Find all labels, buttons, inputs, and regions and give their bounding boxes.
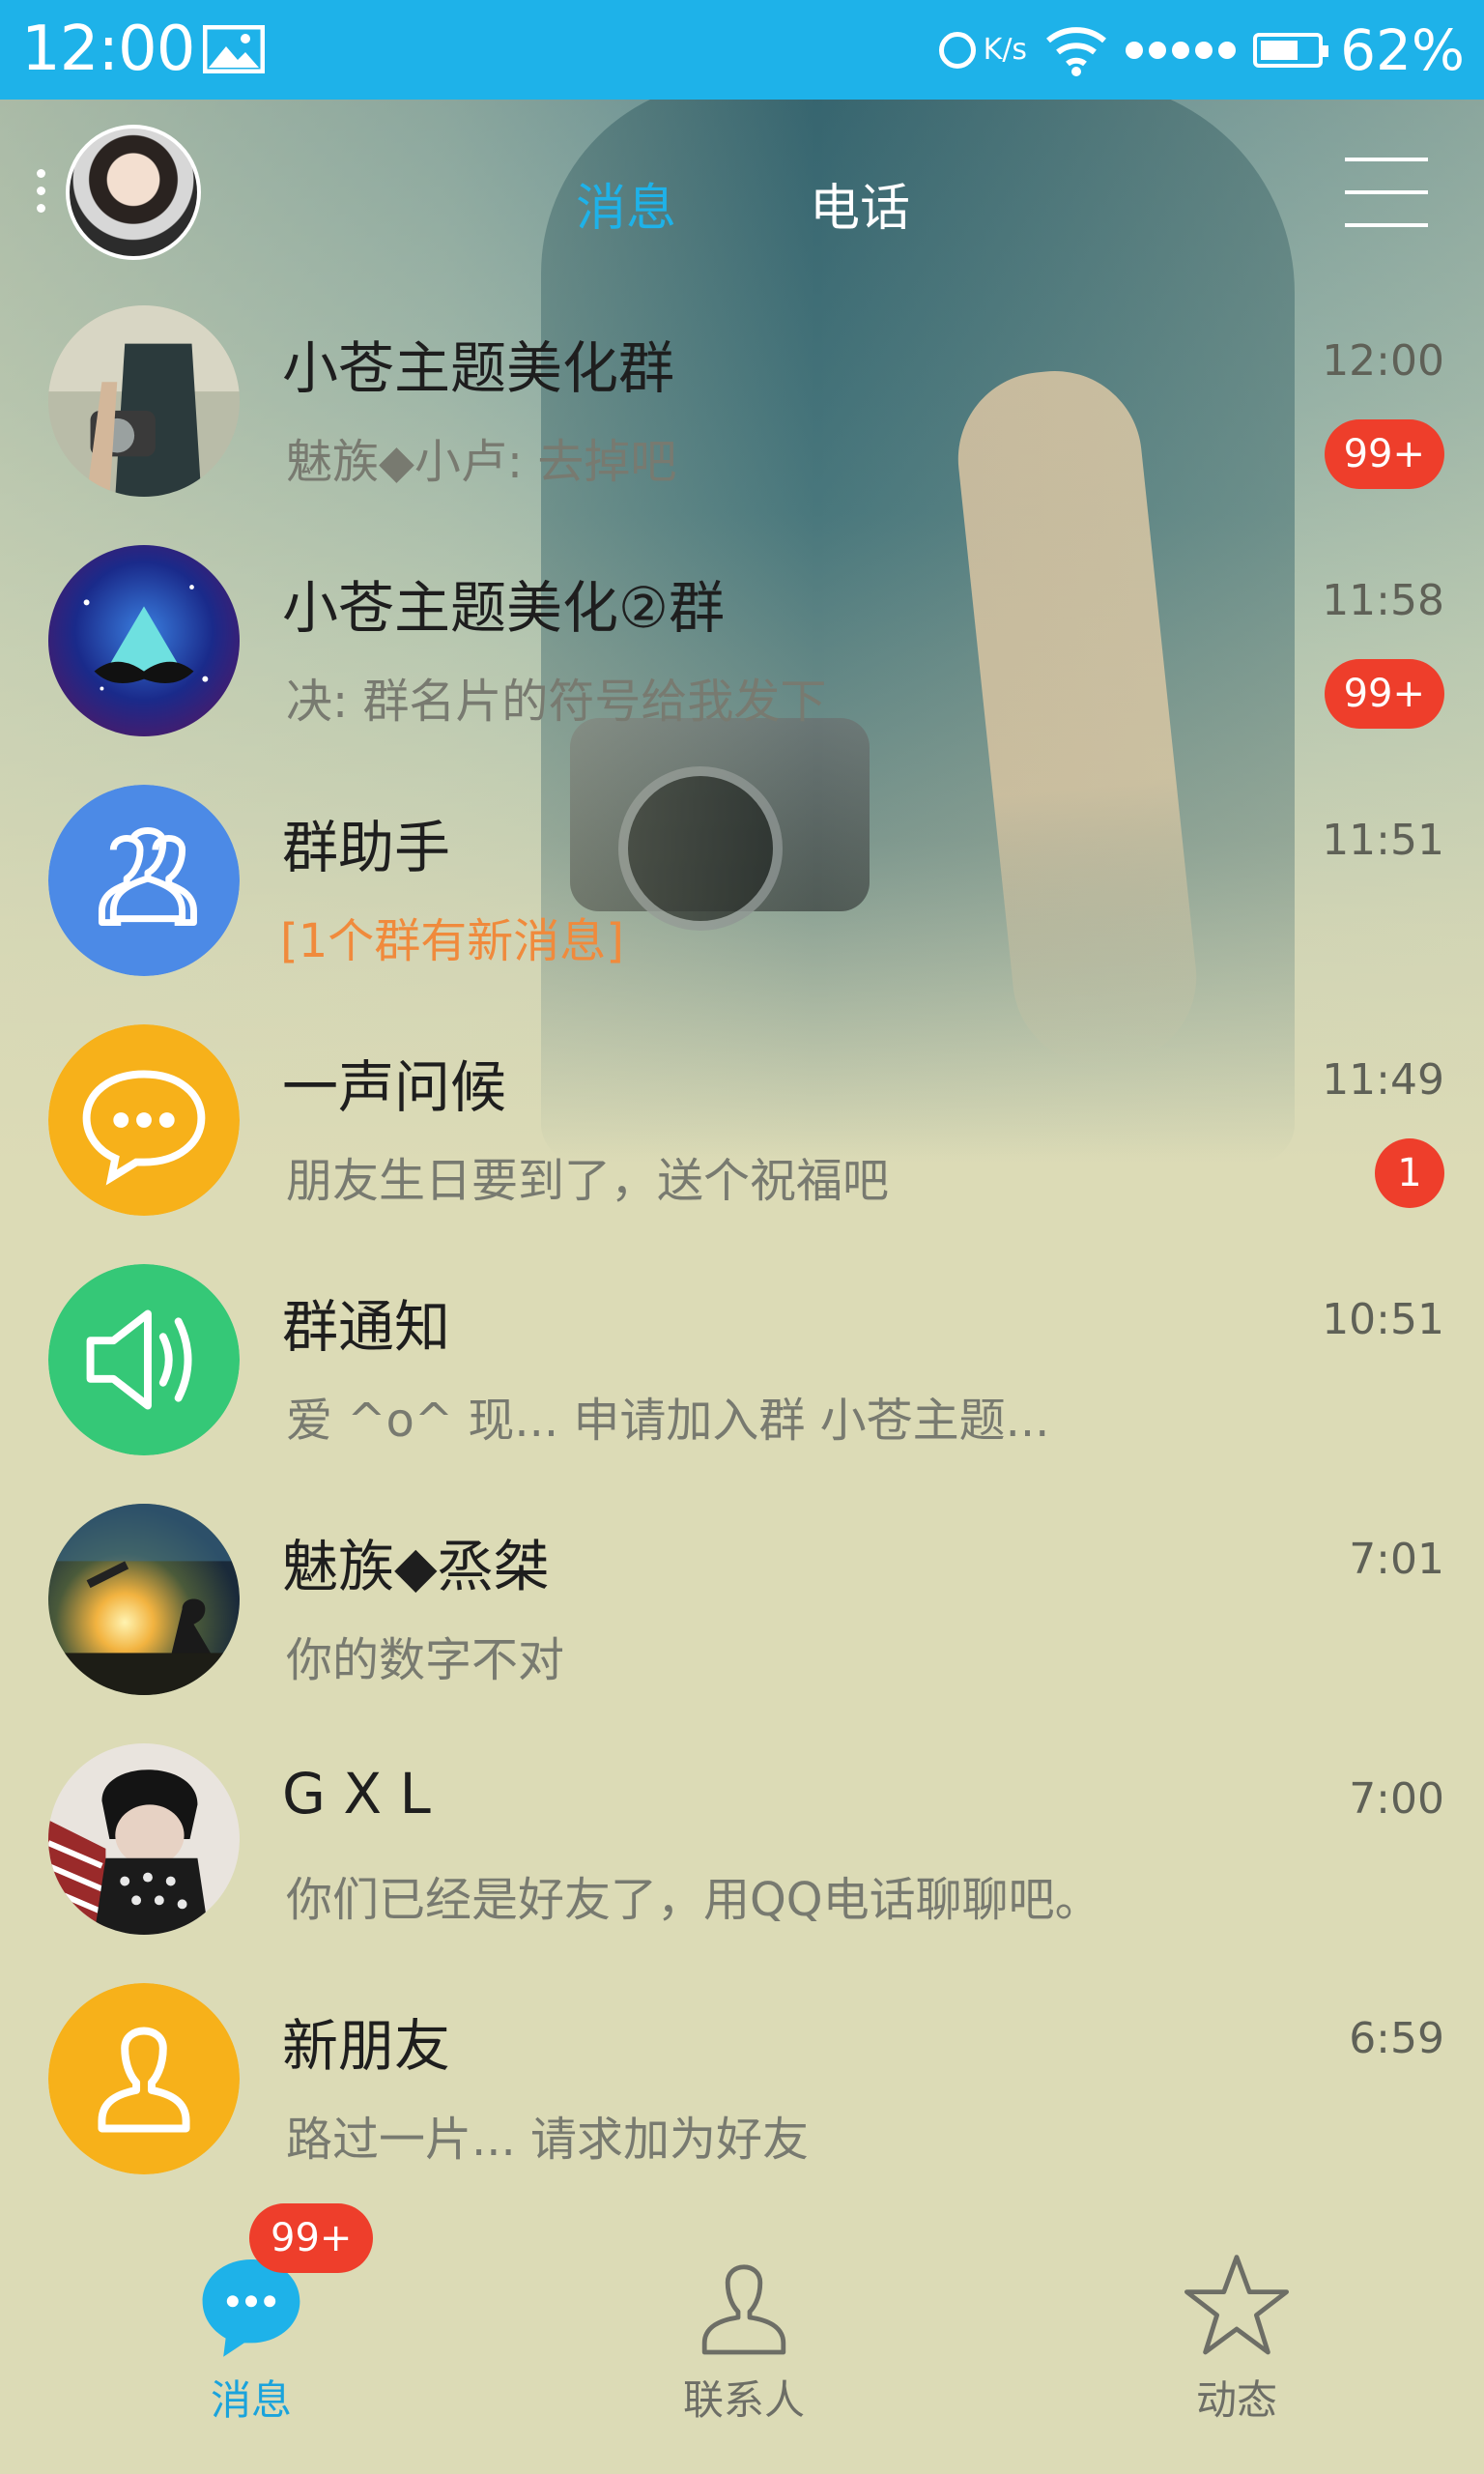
wifi-icon	[1046, 27, 1107, 76]
unread-badge: 99+	[1324, 659, 1444, 729]
portrait-photo-avatar	[48, 1743, 240, 1935]
conversation-time: 12:00	[1322, 336, 1444, 386]
new-friend-icon	[48, 1983, 240, 2174]
conversation-row[interactable]: 一声问候 朋友生日要到了，送个祝福吧 11:49 1	[0, 1019, 1484, 1258]
top-nav: 消息 电话	[0, 100, 1484, 293]
conversation-preview: 爱 ^o^ 现... 申请加入群 小苍主题...	[286, 1394, 1050, 1448]
conversation-row[interactable]: 群通知 爱 ^o^ 现... 申请加入群 小苍主题... 10:51	[0, 1258, 1484, 1498]
conversation-row[interactable]: G X L 你们已经是好友了，用QQ电话聊聊吧。 7:00	[0, 1738, 1484, 1977]
user-avatar[interactable]	[66, 125, 201, 260]
bottom-tab-moments[interactable]: 动态	[1092, 2203, 1382, 2474]
status-icons: K/s 62%	[938, 14, 1465, 87]
conversation-preview: 你们已经是好友了，用QQ电话聊聊吧。	[286, 1873, 1101, 1927]
chat-bubble-icon	[48, 1024, 240, 1216]
battery-icon	[1253, 33, 1329, 68]
conversation-row[interactable]: 小苍主题美化群 魅族◆小卢: 去掉吧 12:00 99+	[0, 300, 1484, 539]
image-icon	[203, 25, 265, 73]
conversation-time: 6:59	[1349, 2014, 1444, 2063]
circle-status-icon	[938, 32, 976, 69]
star-icon	[1184, 2255, 1289, 2355]
conversation-preview: [1个群有新消息]	[280, 914, 624, 968]
conversation-time: 7:00	[1349, 1774, 1444, 1824]
conversation-preview: 你的数字不对	[286, 1633, 565, 1687]
conversation-preview: 路过一片... 请求加为好友	[286, 2113, 810, 2167]
battery-percent: 62%	[1340, 17, 1465, 83]
bottom-nav: 99+ 消息 联系人 动态	[0, 2203, 1484, 2474]
status-bar: 12:00 K/s 62%	[0, 0, 1484, 100]
conversation-title: 新朋友	[282, 2013, 451, 2079]
conversation-title: 群助手	[282, 815, 451, 880]
camera-photo-avatar	[48, 305, 240, 497]
conversation-title: G X L	[282, 1761, 431, 1827]
sunset-photo-avatar	[48, 1504, 240, 1695]
unread-badge: 1	[1375, 1138, 1444, 1208]
conversation-time: 11:49	[1322, 1055, 1444, 1105]
signal-dots-icon	[1126, 42, 1237, 59]
tab-messages[interactable]: 消息	[576, 167, 676, 240]
conversation-list: 小苍主题美化群 魅族◆小卢: 去掉吧 12:00 99+ 小苍主题美化②群 决:…	[0, 300, 1484, 2217]
conversation-row[interactable]: 小苍主题美化②群 决: 群名片的符号给我发下 11:58 99+	[0, 539, 1484, 779]
group-helper-icon	[48, 785, 240, 976]
conversation-row[interactable]: 魅族◆烝桀 你的数字不对 7:01	[0, 1498, 1484, 1738]
mustache-galaxy-avatar	[48, 545, 240, 736]
bottom-tab-label: 联系人	[682, 2376, 805, 2424]
speaker-icon	[48, 1264, 240, 1455]
conversation-preview: 魅族◆小卢: 去掉吧	[286, 435, 677, 489]
contacts-person-icon	[701, 2264, 786, 2355]
conversation-preview: 朋友生日要到了，送个祝福吧	[286, 1154, 890, 1208]
conversation-row[interactable]: 群助手 [1个群有新消息] 11:51	[0, 779, 1484, 1019]
bottom-tab-messages[interactable]: 99+ 消息	[106, 2203, 396, 2474]
conversation-time: 11:51	[1322, 816, 1444, 865]
conversation-title: 一声问候	[282, 1054, 507, 1120]
bottom-tab-label: 动态	[1195, 2376, 1277, 2424]
status-time: 12:00	[21, 14, 195, 85]
conversation-preview: 决: 群名片的符号给我发下	[286, 675, 827, 729]
conversation-row[interactable]: 新朋友 路过一片... 请求加为好友 6:59	[0, 1977, 1484, 2217]
conversation-title: 群通知	[282, 1294, 451, 1360]
conversation-time: 11:58	[1322, 576, 1444, 625]
unread-badge: 99+	[1324, 419, 1444, 489]
conversation-time: 7:01	[1349, 1535, 1444, 1584]
hamburger-menu-icon[interactable]	[1345, 158, 1428, 227]
conversation-time: 10:51	[1322, 1295, 1444, 1344]
conversation-title: 小苍主题美化②群	[282, 575, 725, 641]
unread-badge: 99+	[249, 2203, 374, 2273]
net-speed: K/s	[983, 33, 1028, 67]
conversation-title: 魅族◆烝桀	[282, 1534, 550, 1599]
conversation-title: 小苍主题美化群	[282, 335, 675, 401]
tab-calls[interactable]: 电话	[810, 167, 910, 240]
bottom-tab-label: 消息	[210, 2376, 292, 2424]
drawer-dots-icon[interactable]	[37, 169, 46, 221]
bottom-tab-contacts[interactable]: 联系人	[599, 2203, 889, 2474]
